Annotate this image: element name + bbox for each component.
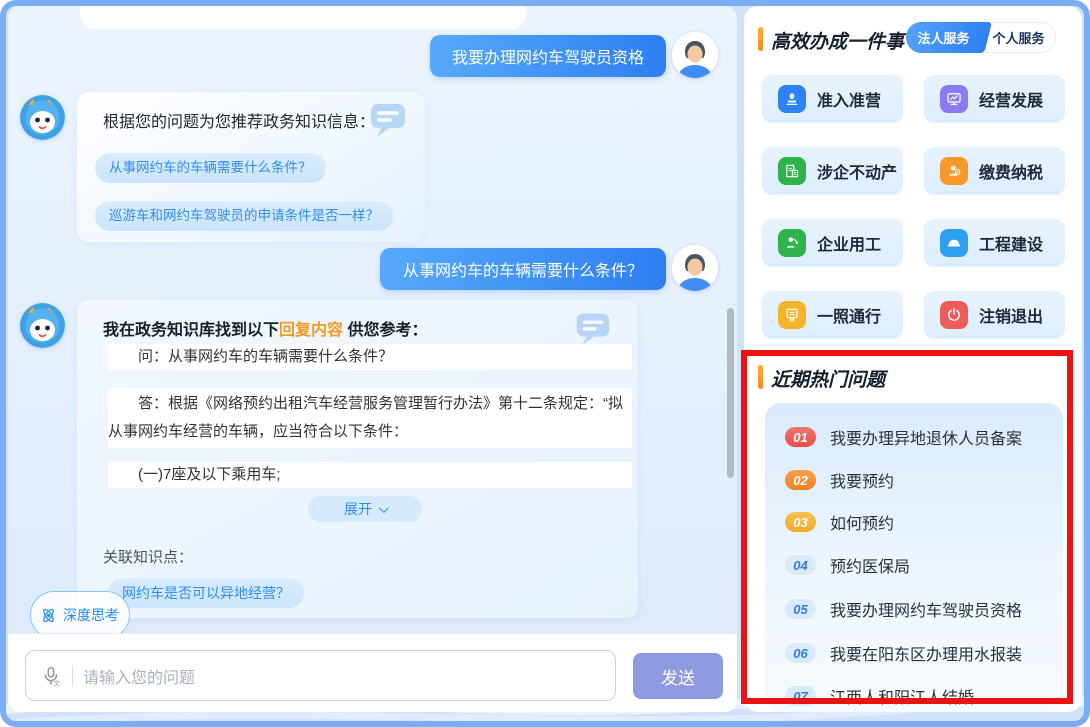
question-input[interactable]: 文 请输入您的问题 bbox=[25, 650, 616, 701]
input-placeholder: 请输入您的问题 bbox=[83, 664, 601, 688]
tab-personal-services[interactable]: 个人服务 bbox=[981, 22, 1056, 53]
microphone-icon[interactable]: 文 bbox=[40, 665, 62, 687]
rank-badge: 04 bbox=[785, 555, 816, 575]
person-coin-icon bbox=[940, 157, 968, 185]
service-label: 涉企不动产 bbox=[817, 159, 897, 183]
service-label: 准入准营 bbox=[817, 87, 881, 111]
hot-question-item[interactable]: 02 我要预约 bbox=[785, 468, 894, 492]
service-card-real-estate[interactable]: 涉企不动产 bbox=[762, 147, 903, 195]
bot-answer-card: 我在政务知识库找到以下回复内容 供您参考： 问：从事网约车的车辆需要什么条件？ … bbox=[77, 300, 638, 618]
hot-question-item[interactable]: 01 我要办理异地退休人员备案 bbox=[785, 425, 1022, 449]
service-card-employment[interactable]: 企业用工 bbox=[762, 219, 903, 267]
answer-body-row: 答：根据《网络预约出租汽车经营服务管理暂行办法》第十二条规定：“拟从事网约车经营… bbox=[108, 388, 632, 448]
rank-badge: 06 bbox=[785, 643, 816, 663]
title-accent-bar bbox=[758, 365, 763, 389]
service-label: 缴费纳税 bbox=[979, 159, 1043, 183]
service-card-construction[interactable]: 工程建设 bbox=[924, 219, 1065, 267]
suggested-question-chip[interactable]: 从事网约车的车辆需要什么条件？ bbox=[95, 153, 326, 183]
hot-question-item[interactable]: 04 预约医保局 bbox=[785, 553, 910, 577]
service-tabs: 法人服务 个人服务 bbox=[906, 22, 1056, 53]
suggested-question-chip[interactable]: 巡游车和网约车驾驶员的申请条件是否一样？ bbox=[95, 201, 393, 231]
send-button[interactable]: 发送 bbox=[633, 653, 723, 699]
service-label: 企业用工 bbox=[817, 231, 881, 255]
svg-text:文: 文 bbox=[54, 678, 61, 687]
hardhat-icon bbox=[940, 229, 968, 257]
hot-question-item[interactable]: 07 江西人和阳江人结婚 bbox=[785, 684, 974, 708]
rank-badge: 02 bbox=[785, 470, 816, 490]
bot-intro-text: 根据您的问题为您推荐政务知识信息： bbox=[103, 108, 375, 132]
expand-label: 展开 bbox=[344, 499, 372, 519]
rank-badge: 03 bbox=[785, 512, 816, 532]
chat-scrollbar[interactable] bbox=[727, 308, 734, 478]
deep-think-button[interactable]: 深度思考 bbox=[30, 591, 130, 633]
chevron-down-icon bbox=[379, 503, 389, 513]
hot-question-text: 预约医保局 bbox=[830, 553, 910, 577]
answer-header: 我在政务知识库找到以下回复内容 供您参考： bbox=[103, 316, 427, 340]
rank-badge: 07 bbox=[785, 686, 816, 706]
stamp-icon bbox=[778, 85, 806, 113]
hot-question-text: 我要办理网约车驾驶员资格 bbox=[830, 597, 1022, 621]
previous-message-remnant bbox=[80, 6, 526, 29]
answer-header-prefix: 我在政务知识库找到以下 bbox=[103, 322, 279, 339]
user-message-bubble: 我要办理网约车驾驶员资格 bbox=[430, 35, 666, 77]
hot-questions-title: 近期热门问题 bbox=[771, 365, 885, 392]
app-window: 我要办理网约车驾驶员资格 根据您的问题为您推荐政务知识信息： bbox=[0, 0, 1090, 727]
hot-question-text: 江西人和阳江人结婚 bbox=[830, 684, 974, 708]
service-card-tax[interactable]: 缴费纳税 bbox=[924, 147, 1065, 195]
monitor-chart-icon bbox=[940, 85, 968, 113]
license-icon bbox=[778, 301, 806, 329]
answer-header-highlight: 回复内容 bbox=[279, 322, 343, 339]
hot-questions-card: 01 我要办理异地退休人员备案 02 我要预约 03 如何预约 04 预约医保局… bbox=[765, 403, 1063, 712]
service-card-access[interactable]: 准入准营 bbox=[762, 75, 903, 123]
hot-question-item[interactable]: 05 我要办理网约车驾驶员资格 bbox=[785, 597, 1022, 621]
bot-message-card: 根据您的问题为您推荐政务知识信息： 从事网约车的车辆需要什么条件？ 巡游车和网约… bbox=[77, 92, 425, 242]
hot-question-item[interactable]: 03 如何预约 bbox=[785, 510, 894, 534]
user-avatar bbox=[672, 245, 718, 291]
property-doc-icon bbox=[778, 157, 806, 185]
service-card-business-dev[interactable]: 经营发展 bbox=[924, 75, 1065, 123]
rank-badge: 05 bbox=[785, 599, 816, 619]
hot-question-item[interactable]: 06 我要在阳东区办理用水报装 bbox=[785, 641, 1022, 665]
services-panel: 高效办成一件事 法人服务 个人服务 准入准营 经营发展 涉企不动产 bbox=[744, 6, 1082, 712]
expand-button[interactable]: 展开 bbox=[308, 496, 422, 522]
panel-title: 高效办成一件事 bbox=[771, 27, 904, 54]
bot-avatar bbox=[20, 95, 65, 140]
service-card-deregistration[interactable]: 注销退出 bbox=[924, 291, 1065, 339]
bot-avatar bbox=[20, 303, 65, 348]
service-card-one-license[interactable]: 一照通行 bbox=[762, 291, 903, 339]
related-knowledge-label: 关联知识点： bbox=[103, 546, 193, 567]
service-label: 注销退出 bbox=[979, 303, 1043, 327]
answer-header-suffix: 供您参考： bbox=[343, 322, 427, 339]
service-label: 工程建设 bbox=[979, 231, 1043, 255]
service-label: 经营发展 bbox=[979, 87, 1043, 111]
hot-question-text: 我要办理异地退休人员备案 bbox=[830, 425, 1022, 449]
hot-question-text: 我要预约 bbox=[830, 468, 894, 492]
hot-question-text: 我要在阳东区办理用水报装 bbox=[830, 641, 1022, 665]
deep-think-label: 深度思考 bbox=[63, 607, 119, 624]
chat-panel: 我要办理网约车驾驶员资格 根据您的问题为您推荐政务知识信息： bbox=[8, 6, 737, 633]
hot-question-text: 如何预约 bbox=[830, 510, 894, 534]
chat-input-bar: 文 请输入您的问题 发送 bbox=[8, 633, 737, 712]
user-message-bubble: 从事网约车的车辆需要什么条件？ bbox=[380, 248, 666, 290]
worker-icon bbox=[778, 229, 806, 257]
chat-bubble-icon bbox=[365, 96, 411, 142]
title-accent-bar bbox=[758, 27, 763, 51]
tab-legal-person-services[interactable]: 法人服务 bbox=[906, 22, 981, 53]
input-divider bbox=[72, 666, 73, 686]
rank-badge: 01 bbox=[785, 427, 816, 447]
related-question-chip[interactable]: 网约车是否可以异地经营？ bbox=[108, 578, 304, 608]
user-avatar bbox=[672, 32, 718, 78]
atom-icon bbox=[39, 606, 58, 625]
service-label: 一照通行 bbox=[817, 303, 881, 327]
power-icon bbox=[940, 301, 968, 329]
answer-item-row: (一)7座及以下乘用车; bbox=[108, 462, 632, 488]
answer-question-row: 问：从事网约车的车辆需要什么条件？ bbox=[108, 344, 632, 370]
